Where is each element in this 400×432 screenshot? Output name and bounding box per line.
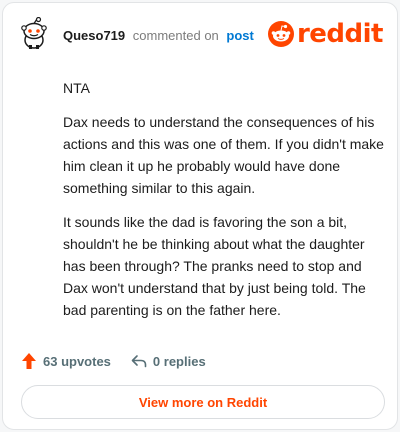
- comment-paragraph: NTA: [63, 80, 90, 96]
- reddit-logo[interactable]: reddit: [267, 19, 384, 49]
- view-more-button[interactable]: View more on Reddit: [21, 385, 385, 419]
- comment-meta: Queso719 commented on post: [63, 28, 254, 43]
- reply-count: 0 replies: [152, 353, 206, 369]
- comment-paragraph: Dax needs to understand the consequences…: [63, 114, 384, 196]
- comment-header: Queso719 commented on post reddit: [17, 16, 384, 51]
- post-link[interactable]: post: [226, 28, 253, 43]
- comment-card: Queso719 commented on post reddit NTA Da…: [2, 2, 398, 430]
- logo-text: reddit: [296, 19, 384, 49]
- reddit-snoo-icon: [267, 21, 294, 47]
- comment-paragraph: It sounds like the dad is favoring the s…: [63, 214, 366, 318]
- avatar[interactable]: [17, 16, 51, 51]
- username[interactable]: Queso719: [63, 28, 125, 43]
- arrow-up-icon: [22, 353, 36, 369]
- reply-stat[interactable]: 0 replies: [131, 354, 206, 369]
- upvote-stat[interactable]: 63 upvotes: [21, 352, 111, 370]
- snoo-avatar-icon: [21, 16, 47, 49]
- reply-arrow-icon: [131, 355, 147, 368]
- action-text: commented on: [132, 28, 219, 43]
- upvote-count: 63 upvotes: [43, 353, 111, 369]
- comment-body: NTA Dax needs to understand the conseque…: [63, 77, 389, 333]
- comment-stats: 63 upvotes 0 replies: [21, 351, 206, 371]
